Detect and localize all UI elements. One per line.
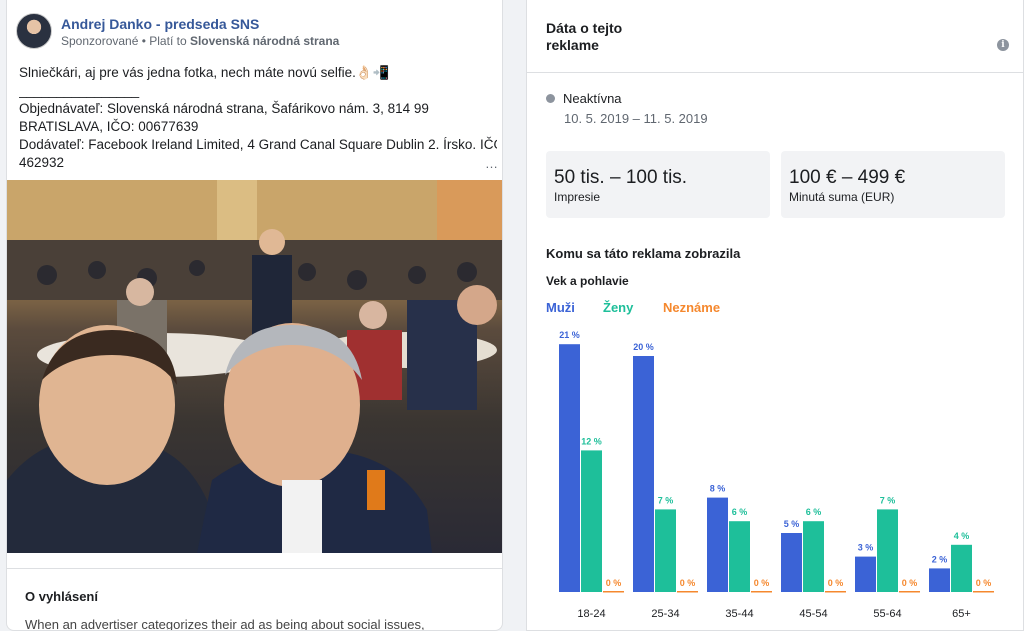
post-photo[interactable] — [7, 180, 502, 553]
bar-55-64-2[interactable] — [899, 591, 920, 593]
bar-value-label: 20 % — [633, 342, 654, 352]
bar-value-label: 6 % — [806, 507, 822, 517]
bar-35-44-1[interactable] — [729, 521, 750, 592]
legend-male: Muži — [546, 300, 575, 315]
bar-65+-2[interactable] — [973, 591, 994, 593]
bar-25-34-2[interactable] — [677, 591, 698, 593]
bar-value-label: 6 % — [732, 507, 748, 517]
x-tick-label: 55-64 — [873, 608, 901, 620]
info-icon[interactable]: i — [997, 39, 1009, 51]
bar-65+-0[interactable] — [929, 568, 950, 592]
bar-value-label: 7 % — [880, 495, 896, 505]
post-text-line: 462932 — [19, 155, 65, 170]
panel-title: Dáta o tejto reklame — [546, 20, 623, 53]
post-text-line: Slniečkári, aj pre vás jedna fotka, nech… — [19, 65, 390, 80]
bar-value-label: 0 % — [606, 578, 622, 588]
x-tick-label: 25-34 — [651, 608, 679, 620]
about-text: When an advertiser categorizes their ad … — [25, 617, 425, 631]
post-text-line: Objednávateľ: Slovenská národná strana, … — [19, 101, 429, 116]
age-gender-bar-chart: 21 % 12 % 0 % 18-24 20 % 7 % 0 % 25-34 8 % 6 % 0 %… — [559, 330, 994, 620]
status-dot-icon — [546, 94, 555, 103]
bar-45-54-1[interactable] — [803, 521, 824, 592]
bar-25-34-1[interactable] — [655, 509, 676, 592]
divider — [527, 72, 1023, 73]
about-section: O vyhlásení When an advertiser categoriz… — [7, 568, 502, 631]
date-range: 10. 5. 2019 – 11. 5. 2019 — [564, 111, 708, 126]
x-tick-label: 45-54 — [799, 608, 827, 620]
bar-value-label: 21 % — [559, 330, 580, 340]
legend-female: Ženy — [603, 300, 634, 315]
bar-35-44-2[interactable] — [751, 591, 772, 593]
photo-illustration — [7, 180, 502, 553]
bar-value-label: 8 % — [710, 484, 726, 494]
bar-value-label: 0 % — [680, 578, 696, 588]
paid-by-link[interactable]: Slovenská národná strana — [190, 34, 339, 48]
post-text-line: BRATISLAVA, IČO: 00677639 — [19, 119, 199, 134]
x-tick-label: 65+ — [952, 608, 971, 620]
about-title: O vyhlásení — [25, 589, 98, 604]
spend-card: 100 € – 499 € Minutá suma (EUR) — [781, 151, 1005, 218]
x-tick-label: 18-24 — [577, 608, 605, 620]
ad-data-panel: Dáta o tejto reklame i Neaktívna 10. 5. … — [526, 0, 1024, 631]
bar-value-label: 7 % — [658, 495, 674, 505]
bar-18-24-0[interactable] — [559, 344, 580, 592]
avatar[interactable] — [16, 13, 52, 49]
ad-post-card: Andrej Danko - predseda SNS Sponzorované… — [6, 0, 503, 631]
impressions-value: 50 tis. – 100 tis. — [554, 167, 688, 188]
post-text-line: ________________ — [19, 83, 140, 98]
age-gender-title: Vek a pohlavie — [546, 274, 629, 288]
post-author-link[interactable]: Andrej Danko - predseda SNS — [61, 16, 259, 32]
bar-value-label: 0 % — [902, 578, 918, 588]
bar-45-54-2[interactable] — [825, 591, 846, 593]
x-tick-label: 35-44 — [725, 608, 753, 620]
bar-value-label: 12 % — [581, 436, 602, 446]
bar-35-44-0[interactable] — [707, 497, 728, 592]
bar-65+-1[interactable] — [951, 544, 972, 592]
bar-value-label: 4 % — [954, 531, 970, 541]
impressions-label: Impresie — [554, 190, 601, 204]
spend-label: Minutá suma (EUR) — [789, 190, 895, 204]
bar-value-label: 0 % — [828, 578, 844, 588]
audience-title: Komu sa táto reklama zobrazila — [546, 246, 741, 261]
see-more-ellipsis[interactable]: … — [485, 156, 498, 171]
impressions-card: 50 tis. – 100 tis. Impresie — [546, 151, 770, 218]
bar-18-24-1[interactable] — [581, 450, 602, 592]
bar-value-label: 0 % — [976, 578, 992, 588]
status-label: Neaktívna — [563, 91, 622, 106]
bar-55-64-1[interactable] — [877, 509, 898, 592]
post-text: Slniečkári, aj pre vás jedna fotka, nech… — [19, 64, 497, 172]
sponsored-label: Sponzorované — [61, 34, 139, 48]
bar-18-24-2[interactable] — [603, 591, 624, 593]
post-text-line: Dodávateľ: Facebook Ireland Limited, 4 G… — [19, 137, 497, 152]
bar-value-label: 3 % — [858, 543, 874, 553]
bar-value-label: 5 % — [784, 519, 800, 529]
bar-55-64-0[interactable] — [855, 556, 876, 592]
post-meta: Sponzorované • Platí to Slovenská národn… — [61, 34, 339, 48]
bar-value-label: 0 % — [754, 578, 770, 588]
post-header: Andrej Danko - predseda SNS Sponzorované… — [7, 0, 502, 56]
spend-value: 100 € – 499 € — [789, 167, 906, 188]
bar-value-label: 2 % — [932, 554, 948, 564]
legend-unknown: Neznáme — [663, 300, 721, 315]
bar-45-54-0[interactable] — [781, 533, 802, 592]
bar-25-34-0[interactable] — [633, 356, 654, 592]
paid-by-prefix: • Platí to — [138, 34, 190, 48]
